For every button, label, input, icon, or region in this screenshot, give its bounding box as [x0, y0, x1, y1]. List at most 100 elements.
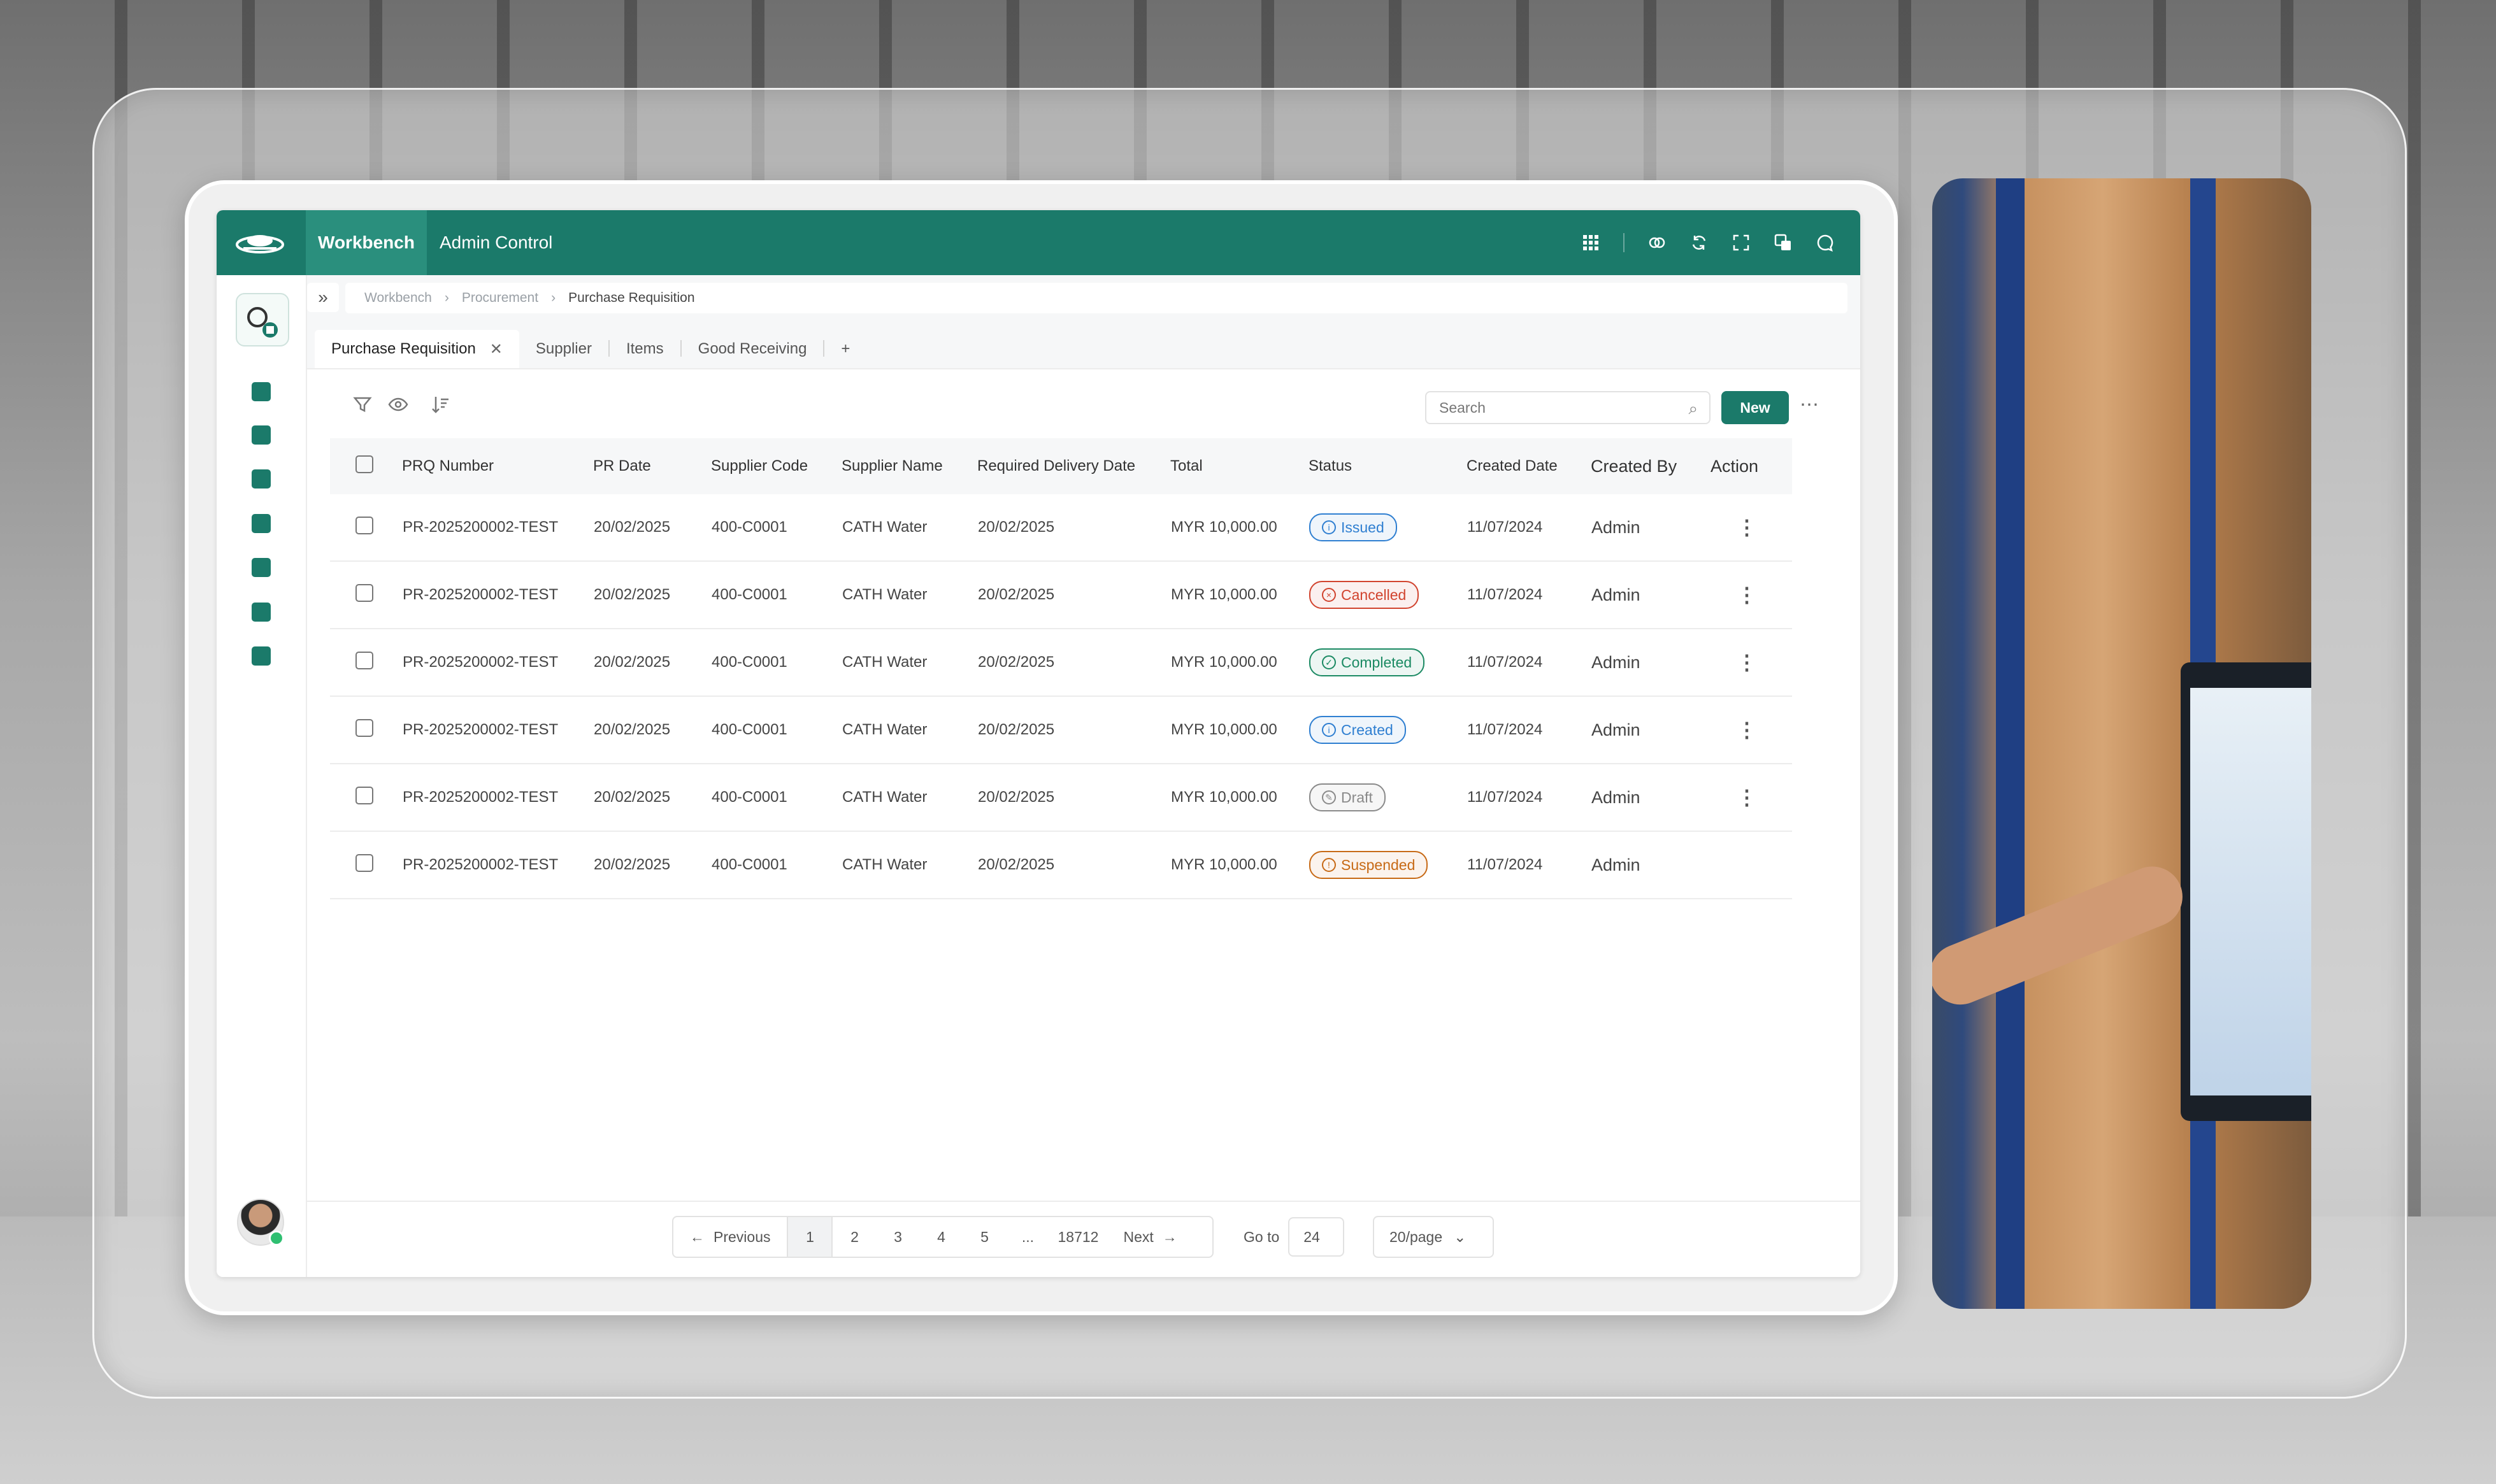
truck-icon[interactable] — [252, 514, 271, 533]
table-row[interactable]: PR-2025200002-TEST 20/02/2025 400-C0001 CAT… — [330, 831, 1792, 899]
status-badge: ✓ Completed — [1309, 648, 1425, 676]
worker-arm — [1932, 857, 2192, 1014]
row-checkbox[interactable] — [355, 853, 373, 872]
row-checkbox[interactable] — [355, 651, 373, 669]
column-header[interactable]: Total — [1170, 438, 1309, 494]
page-size-value: 20/page — [1389, 1228, 1443, 1245]
more-options-icon[interactable]: ⋯ — [1800, 394, 1820, 416]
row-actions-icon[interactable]: ⋮ — [1737, 651, 1757, 674]
chevron-right-icon: › — [551, 290, 556, 305]
supplier-code: 400-C0001 — [712, 518, 787, 536]
tab-items[interactable]: Items — [610, 330, 680, 368]
chevron-right-icon: › — [444, 290, 449, 305]
page-button[interactable]: 4 — [919, 1217, 963, 1257]
column-header[interactable]: Created Date — [1467, 438, 1591, 494]
warehouse-icon[interactable] — [252, 558, 271, 577]
goto-input[interactable]: 24 — [1288, 1217, 1345, 1257]
tab-purchase-requisition[interactable]: Purchase Requisition ✕ — [315, 330, 519, 368]
brand-logo-icon[interactable] — [234, 229, 285, 256]
avatar[interactable] — [237, 1199, 284, 1246]
page-size-select[interactable]: 20/page ⌄ — [1373, 1216, 1494, 1258]
nav-workbench[interactable]: Workbench — [306, 210, 427, 275]
close-icon[interactable]: ✕ — [490, 340, 503, 359]
page-button-last[interactable]: 18712 — [1049, 1217, 1107, 1257]
filter-icon[interactable] — [352, 394, 373, 415]
tab-supplier[interactable]: Supplier — [519, 330, 608, 368]
search-input[interactable]: Search ⌕ — [1425, 391, 1711, 424]
created-date: 11/07/2024 — [1467, 653, 1543, 671]
column-header: Action — [1711, 438, 1792, 494]
chat-icon[interactable] — [1816, 233, 1835, 252]
row-actions-icon[interactable]: ⋮ — [1737, 516, 1757, 539]
user-settings-icon[interactable] — [252, 646, 271, 666]
created-date: 11/07/2024 — [1467, 721, 1543, 738]
supplier-name: CATH Water — [842, 653, 928, 671]
breadcrumb-current: Purchase Requisition — [568, 290, 695, 305]
page-button[interactable]: 1 — [787, 1217, 833, 1257]
sort-icon[interactable] — [429, 394, 451, 415]
column-header[interactable]: Required Delivery Date — [977, 438, 1170, 494]
previous-button[interactable]: ← Previous — [673, 1217, 787, 1257]
table-row[interactable]: PR-2025200002-TEST 20/02/2025 400-C0001 CAT… — [330, 764, 1792, 832]
translate-icon[interactable] — [1774, 233, 1793, 252]
row-checkbox[interactable] — [355, 516, 373, 534]
row-actions-icon[interactable]: ⋮ — [1737, 718, 1757, 741]
delivery-date: 20/02/2025 — [978, 856, 1055, 873]
fullscreen-icon[interactable] — [1732, 233, 1751, 252]
table-row[interactable]: PR-2025200002-TEST 20/02/2025 400-C0001 CAT… — [330, 629, 1792, 697]
previous-label: Previous — [714, 1228, 771, 1245]
table-row[interactable]: PR-2025200002-TEST 20/02/2025 400-C0001 CAT… — [330, 494, 1792, 562]
column-header[interactable]: Supplier Code — [711, 438, 842, 494]
basket-icon[interactable] — [252, 469, 271, 489]
app-logo-icon[interactable] — [236, 293, 289, 346]
grid-icon[interactable] — [1581, 233, 1600, 252]
select-all-checkbox[interactable] — [355, 455, 373, 473]
table-header-row: PRQ Number PR Date Supplier Code Supplie… — [330, 438, 1792, 494]
tab-good-receiving[interactable]: Good Receiving — [682, 330, 824, 368]
expand-sidebar-icon[interactable]: » — [307, 283, 339, 312]
created-by: Admin — [1591, 517, 1640, 537]
total-amount: MYR 10,000.00 — [1171, 518, 1277, 536]
row-checkbox[interactable] — [355, 786, 373, 804]
column-header[interactable]: Created By — [1591, 438, 1711, 494]
next-label: Next — [1123, 1228, 1154, 1245]
pr-date: 20/02/2025 — [594, 856, 671, 873]
breadcrumb-workbench[interactable]: Workbench — [364, 290, 432, 306]
column-header[interactable]: Status — [1309, 438, 1467, 494]
table-row[interactable]: PR-2025200002-TEST 20/02/2025 400-C0001 CAT… — [330, 561, 1792, 629]
status-badge: ! Suspended — [1309, 851, 1428, 879]
row-actions-icon[interactable]: ⋮ — [1737, 786, 1757, 809]
dashboard-icon[interactable] — [252, 382, 271, 401]
breadcrumb-procurement[interactable]: Procurement — [462, 290, 538, 306]
add-tab-button[interactable]: + — [824, 330, 866, 368]
refresh-icon[interactable] — [1689, 233, 1709, 252]
created-by: Admin — [1591, 585, 1640, 604]
row-checkbox[interactable] — [355, 718, 373, 737]
column-header[interactable]: PR Date — [593, 438, 711, 494]
total-amount: MYR 10,000.00 — [1171, 856, 1277, 873]
table-toolbar: Search ⌕ New ⋯ — [307, 368, 1860, 438]
search-icon[interactable]: ⌕ — [1688, 399, 1698, 419]
status-icon: i — [1322, 520, 1336, 534]
next-button[interactable]: Next → — [1107, 1217, 1193, 1257]
created-by: Admin — [1591, 652, 1640, 672]
status-label: Suspended — [1341, 856, 1416, 873]
page-button[interactable]: 5 — [963, 1217, 1006, 1257]
column-header[interactable]: Supplier Name — [842, 438, 977, 494]
link-icon[interactable] — [1647, 233, 1667, 252]
breadcrumb: Workbench › Procurement › Purchase Requi… — [345, 283, 1847, 313]
page-button[interactable]: 3 — [876, 1217, 919, 1257]
column-header[interactable]: PRQ Number — [402, 438, 593, 494]
supplier-code: 400-C0001 — [712, 721, 787, 738]
new-button[interactable]: New — [1721, 391, 1789, 424]
document-icon[interactable] — [252, 425, 271, 445]
table-row[interactable]: PR-2025200002-TEST 20/02/2025 400-C0001 CAT… — [330, 696, 1792, 764]
status-icon: ! — [1322, 858, 1336, 872]
nav-admin-control[interactable]: Admin Control — [440, 210, 552, 275]
page-button[interactable]: 2 — [833, 1217, 876, 1257]
prq-number: PR-2025200002-TEST — [403, 518, 559, 536]
eye-icon[interactable] — [387, 394, 409, 415]
row-checkbox[interactable] — [355, 583, 373, 602]
row-actions-icon[interactable]: ⋮ — [1737, 583, 1757, 606]
invoice-icon[interactable] — [252, 603, 271, 622]
